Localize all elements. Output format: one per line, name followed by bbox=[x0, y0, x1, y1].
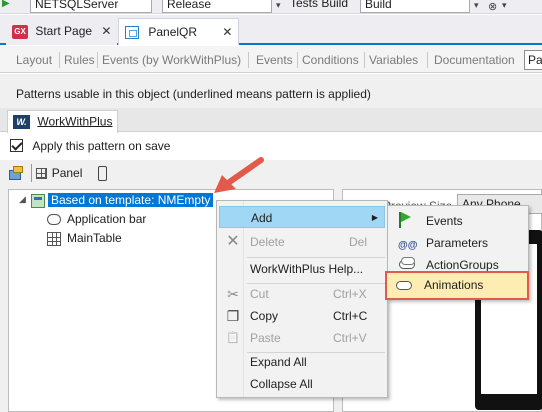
menu-item-shortcut: Del bbox=[349, 235, 368, 249]
tab-separator bbox=[248, 52, 249, 68]
tab-separator bbox=[59, 52, 60, 68]
cut-icon: ✂ bbox=[227, 286, 239, 302]
tab-separator bbox=[364, 52, 365, 68]
tree-node-label: MainTable bbox=[67, 231, 122, 245]
workwithplus-logo-icon: W. bbox=[13, 114, 30, 129]
animations-icon bbox=[396, 281, 412, 290]
tab-separator bbox=[427, 52, 428, 68]
tab-separator bbox=[97, 52, 98, 68]
menu-item-label: Collapse All bbox=[250, 377, 313, 391]
object-sub-tabs: Layout Rules Events (by WorkWithPlus) Ev… bbox=[0, 46, 542, 73]
panel-icon bbox=[125, 26, 139, 40]
menu-item-label: Copy bbox=[250, 309, 279, 323]
close-icon[interactable]: ✕ bbox=[222, 25, 232, 39]
patterns-tab-bar: W. WorkWithPlus bbox=[0, 108, 542, 133]
tests-build-label: Tests Build bbox=[290, 0, 349, 10]
tab-patterns[interactable]: Pa bbox=[524, 50, 542, 70]
submenu-item-label: Animations bbox=[424, 278, 484, 292]
menu-item-cut[interactable]: ✂ Cut Ctrl+X bbox=[219, 283, 385, 305]
application-bar-icon bbox=[47, 214, 61, 226]
menu-item-workwithplus-help[interactable]: WorkWithPlus Help... bbox=[219, 258, 385, 280]
tab-variables[interactable]: Variables bbox=[369, 51, 418, 69]
tab-events[interactable]: Events bbox=[256, 51, 293, 69]
build-combo[interactable]: Build bbox=[360, 0, 470, 13]
tab-workwithplus[interactable]: W. WorkWithPlus bbox=[7, 110, 119, 133]
server-combo-value: NETSQLServer bbox=[35, 0, 119, 11]
menu-item-label: Add bbox=[251, 211, 273, 225]
tab-workwithplus-label: WorkWithPlus bbox=[37, 114, 113, 129]
panel-button-label: Panel bbox=[51, 166, 83, 180]
flag-icon bbox=[399, 212, 411, 228]
menu-item-expand-all[interactable]: Expand All bbox=[219, 351, 385, 373]
menu-item-label: Expand All bbox=[250, 355, 307, 369]
tab-conditions[interactable]: Conditions bbox=[302, 51, 359, 69]
menu-item-shortcut: Ctrl+X bbox=[333, 287, 367, 301]
cancel-build-icon[interactable]: ⊗ bbox=[488, 0, 497, 13]
close-icon[interactable]: ✕ bbox=[101, 24, 111, 38]
tree-node-application-bar[interactable]: Application bar bbox=[47, 211, 146, 228]
table-icon bbox=[47, 231, 61, 246]
menu-item-copy[interactable]: ❐ Copy Ctrl+C bbox=[219, 305, 385, 327]
action-groups-icon bbox=[399, 257, 415, 269]
phone-icon[interactable] bbox=[97, 165, 107, 181]
tab-documentation[interactable]: Documentation bbox=[434, 51, 515, 69]
panel-grid-icon bbox=[36, 168, 48, 180]
server-combo[interactable]: NETSQLServer bbox=[30, 0, 152, 13]
tree-node-root[interactable]: Based on template: NMEmpty bbox=[31, 192, 214, 209]
menu-item-collapse-all[interactable]: Collapse All bbox=[219, 373, 385, 395]
top-toolbar: ▶ NETSQLServer Release ▾ Tests Build Bui… bbox=[0, 0, 542, 14]
copy-icon: ❐ bbox=[226, 308, 240, 324]
document-tabs: GX Start Page ✕ PanelQR ✕ bbox=[0, 15, 542, 45]
cancel-dropdown-icon[interactable]: ▾ bbox=[502, 0, 507, 11]
config-combo-value: Release bbox=[167, 0, 212, 11]
properties-icon[interactable] bbox=[8, 165, 24, 181]
submenu-item-label: Events bbox=[426, 214, 463, 228]
submenu-item-events[interactable]: Events bbox=[390, 210, 526, 232]
tree-node-maintable[interactable]: MainTable bbox=[47, 230, 122, 247]
context-menu: Add ▶ ✕ Delete Del WorkWithPlus Help... … bbox=[216, 200, 388, 398]
tree-node-label: Application bar bbox=[67, 212, 147, 226]
tree-node-root-label: Based on template: NMEmpty bbox=[48, 193, 214, 207]
tab-start-page-label: Start Page bbox=[35, 24, 93, 38]
config-combo[interactable]: Release bbox=[162, 0, 272, 13]
collapse-icon[interactable]: ◢ bbox=[19, 194, 26, 205]
menu-item-label: Cut bbox=[250, 287, 269, 301]
submenu-item-animations[interactable]: Animations bbox=[385, 271, 529, 300]
tab-rules[interactable]: Rules bbox=[64, 51, 95, 69]
template-icon bbox=[31, 193, 45, 208]
patterns-info-text: Patterns usable in this object (underlin… bbox=[16, 87, 371, 101]
tab-separator bbox=[297, 52, 298, 68]
submenu-item-parameters[interactable]: @@ Parameters bbox=[390, 232, 526, 254]
run-icon[interactable]: ▶ bbox=[2, 0, 10, 13]
tab-events-wwp[interactable]: Events (by WorkWithPlus) bbox=[102, 51, 241, 69]
menu-item-add[interactable]: Add ▶ bbox=[219, 206, 385, 228]
menu-item-paste[interactable]: 📋 Paste Ctrl+V bbox=[219, 327, 385, 349]
apply-pattern-checkbox[interactable] bbox=[10, 139, 23, 153]
paste-icon: 📋 bbox=[226, 332, 240, 344]
menu-item-label: Paste bbox=[250, 331, 281, 345]
info-bar: Patterns usable in this object (underlin… bbox=[0, 74, 542, 108]
build-dropdown-icon[interactable]: ▾ bbox=[474, 0, 479, 11]
apply-pattern-label: Apply this pattern on save bbox=[32, 138, 171, 153]
toolbar-dropdown-icon[interactable]: ▾ bbox=[276, 0, 281, 11]
apply-pattern-row[interactable]: Apply this pattern on save bbox=[10, 138, 170, 154]
menu-item-delete[interactable]: ✕ Delete Del bbox=[219, 231, 385, 253]
menu-item-label: Delete bbox=[250, 235, 285, 249]
panel-toolbar: Panel bbox=[8, 164, 107, 188]
build-combo-value: Build bbox=[365, 0, 392, 11]
submenu-arrow-icon: ▶ bbox=[371, 213, 378, 222]
menu-item-shortcut: Ctrl+C bbox=[333, 309, 368, 323]
tab-panelqr-label: PanelQR bbox=[148, 25, 198, 39]
gx-icon: GX bbox=[12, 24, 28, 39]
tab-panelqr[interactable]: PanelQR ✕ bbox=[118, 18, 240, 45]
menu-item-label: WorkWithPlus Help... bbox=[250, 262, 364, 276]
submenu-item-label: Parameters bbox=[426, 236, 489, 250]
panel-button[interactable]: Panel bbox=[31, 164, 86, 182]
tab-start-page[interactable]: GX Start Page ✕ bbox=[6, 18, 118, 45]
menu-item-shortcut: Ctrl+V bbox=[333, 331, 367, 345]
tab-layout[interactable]: Layout bbox=[16, 51, 52, 69]
delete-icon: ✕ bbox=[226, 233, 240, 250]
